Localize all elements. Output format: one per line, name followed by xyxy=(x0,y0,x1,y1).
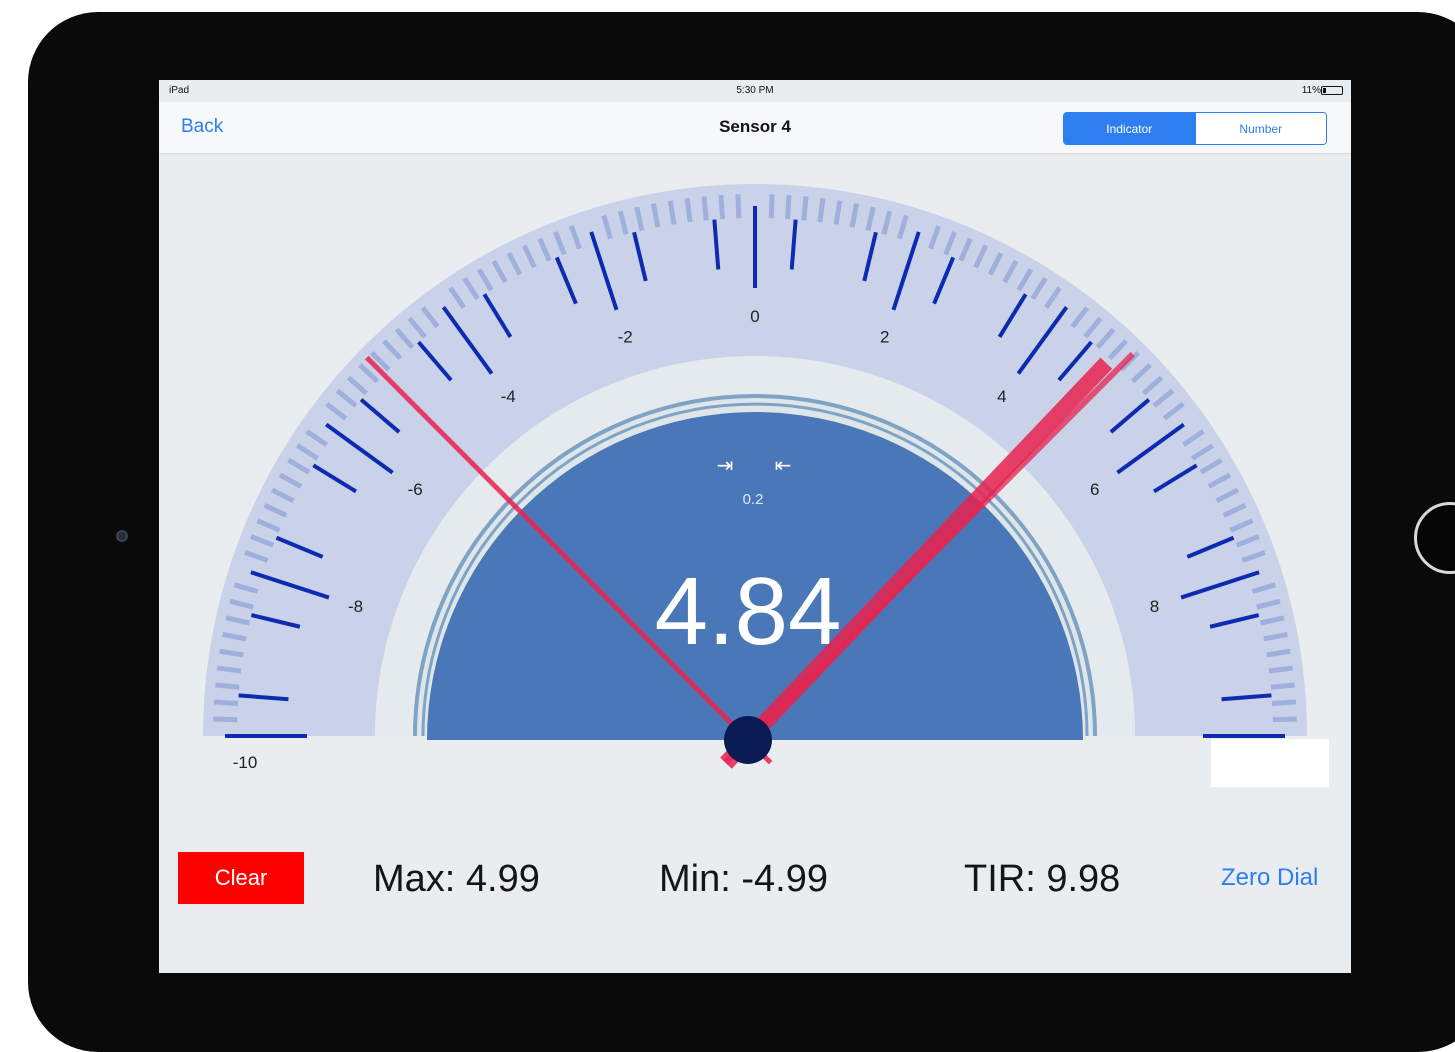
minor-tick xyxy=(817,197,826,223)
minor-tick xyxy=(1272,716,1297,723)
clear-button[interactable]: Clear xyxy=(178,852,304,904)
resolution-value: 0.2 xyxy=(743,491,764,508)
app-screen: iPad 5:30 PM 11% Back Sensor 4 Indicator… xyxy=(159,80,1351,973)
minor-tick xyxy=(213,716,238,723)
tick-label: -4 xyxy=(501,387,516,406)
minor-tick xyxy=(1271,699,1297,706)
tick-label: -10 xyxy=(233,753,258,772)
minor-tick xyxy=(684,197,693,223)
minor-tick xyxy=(768,194,775,219)
minor-tick xyxy=(735,194,742,219)
arrow-right-to-bar-icon: ⇥ xyxy=(717,453,734,477)
tick-label: 0 xyxy=(750,307,759,326)
zero-dial-button[interactable]: Zero Dial xyxy=(1221,864,1318,892)
min-stat: Min: -4.99 xyxy=(659,858,828,900)
needle-hub xyxy=(724,716,772,764)
minor-tick xyxy=(701,196,709,221)
tick-label: 4 xyxy=(997,387,1006,406)
home-button[interactable] xyxy=(1414,502,1455,574)
max-stat: Max: 4.99 xyxy=(373,858,540,900)
minor-tick xyxy=(216,665,242,674)
tick-label: 2 xyxy=(880,328,889,347)
bottom-controls: Clear Max: 4.99 Min: -4.99 TIR: 9.98 Zer… xyxy=(159,850,1351,910)
minor-tick xyxy=(718,194,725,220)
current-value-readout: 4.84 xyxy=(655,558,842,665)
minor-tick xyxy=(1270,682,1295,690)
minor-tick xyxy=(785,194,792,220)
minor-tick xyxy=(1268,665,1294,674)
minor-tick xyxy=(215,682,240,690)
minor-tick xyxy=(801,196,809,221)
front-camera xyxy=(116,530,128,542)
tick-label: -2 xyxy=(618,328,633,347)
tick-label: 8 xyxy=(1150,597,1159,616)
tick-label: 6 xyxy=(1090,480,1099,499)
tick-label: -8 xyxy=(348,597,363,616)
dial-gauge: -10-8-6-4-20246810 ⇥ ⇤ 0.2 4.84 xyxy=(203,184,1307,772)
max-scale-label-box xyxy=(1211,739,1329,787)
arrow-left-to-bar-icon: ⇤ xyxy=(775,453,792,477)
tick-label: -6 xyxy=(408,480,423,499)
minor-tick xyxy=(213,699,239,706)
tir-stat: TIR: 9.98 xyxy=(964,858,1121,900)
